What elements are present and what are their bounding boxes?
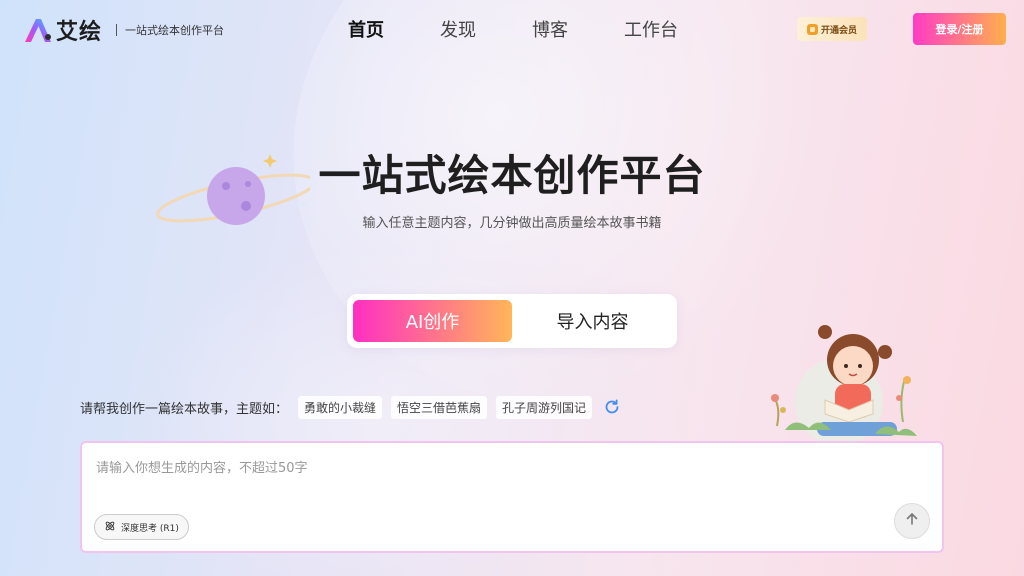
logo-mark-icon — [22, 15, 54, 45]
nav-blog[interactable]: 博客 — [532, 16, 624, 42]
vip-label: 开通会员 — [820, 25, 857, 36]
crown-icon — [806, 23, 818, 35]
send-button[interactable] — [894, 503, 930, 539]
reading-girl-illustration — [765, 318, 925, 448]
topic-chip[interactable]: 孔子周游列国记 — [496, 395, 593, 419]
arrow-up-icon — [904, 511, 920, 531]
topic-chip[interactable]: 勇敢的小裁缝 — [298, 395, 383, 419]
vip-button[interactable]: 开通会员 — [797, 17, 867, 41]
prompt-textarea[interactable] — [96, 457, 916, 507]
deep-think-label: 深度思考 (R1) — [121, 523, 179, 534]
brand-name: 艾绘 — [56, 20, 103, 45]
nav-discover[interactable]: 发现 — [440, 16, 532, 42]
tab-import-content[interactable]: 导入内容 — [513, 300, 672, 342]
topic-suggestions: 请帮我创作一篇绘本故事，主题如： 勇敢的小裁缝 悟空三借芭蕉扇 孔子周游列国记 — [80, 395, 621, 419]
top-header: 艾绘 一站式绘本创作平台 首页 发现 博客 工作台 开通会员 登录/注册 — [0, 0, 1024, 58]
main-nav: 首页 发现 博客 工作台 — [348, 16, 716, 42]
prompt-input-box: 深度思考 (R1) — [80, 441, 944, 553]
nav-home[interactable]: 首页 — [348, 16, 440, 42]
creation-mode-switch: AI创作 导入内容 — [347, 294, 677, 348]
deep-think-toggle[interactable]: 深度思考 (R1) — [94, 514, 189, 540]
login-register-button[interactable]: 登录/注册 — [913, 13, 1006, 45]
refresh-icon[interactable] — [603, 398, 621, 416]
topic-chip[interactable]: 悟空三借芭蕉扇 — [391, 395, 488, 419]
atom-icon — [104, 520, 116, 535]
brand-slogan: 一站式绘本创作平台 — [125, 24, 225, 37]
tab-ai-create[interactable]: AI创作 — [353, 300, 512, 342]
logo-divider — [116, 24, 118, 36]
nav-workspace[interactable]: 工作台 — [624, 16, 716, 42]
page-subtitle: 输入任意主题内容，几分钟做出高质量绘本故事书籍 — [362, 216, 662, 231]
topic-prompt-label: 请帮我创作一篇绘本故事，主题如： — [80, 401, 289, 417]
page-title: 一站式绘本创作平台 — [318, 151, 706, 200]
brand-logo[interactable]: 艾绘 一站式绘本创作平台 — [22, 14, 224, 46]
